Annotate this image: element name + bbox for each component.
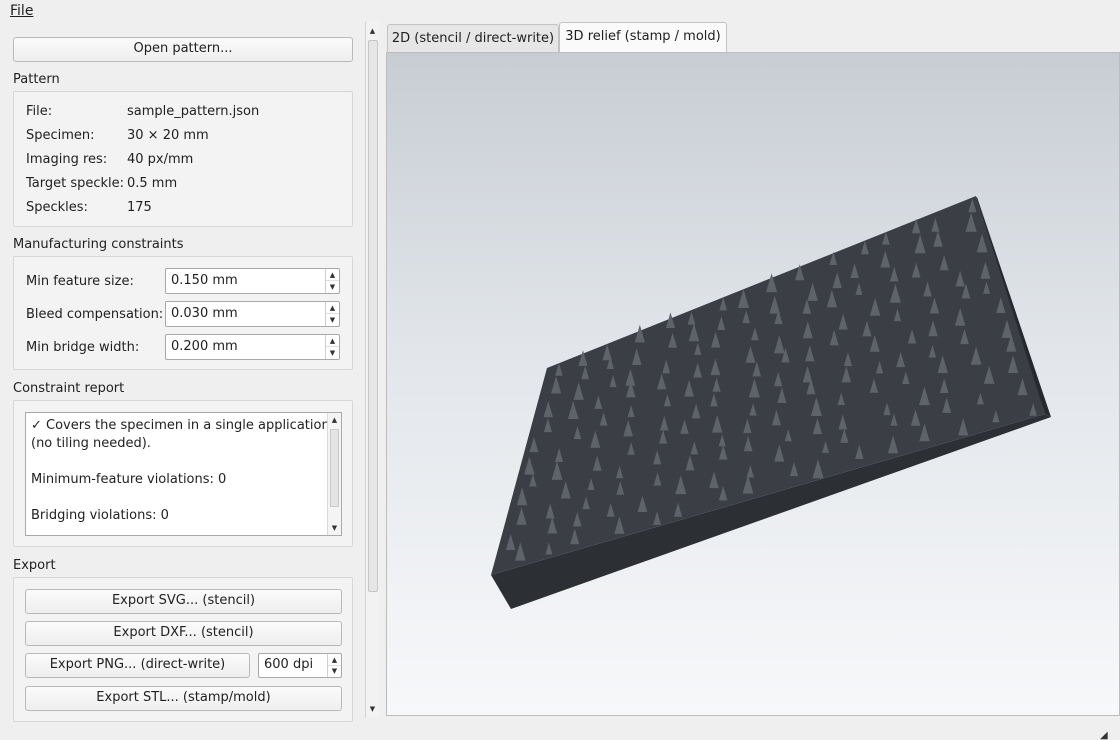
pattern-value-file: sample_pattern.json xyxy=(127,104,260,119)
constraints-group: Min feature size: 0.150 mm ▲ ▼ Bleed com… xyxy=(13,256,353,370)
pattern-section-title: Pattern xyxy=(13,72,60,87)
report-group: ✓ Covers the specimen in a single applic… xyxy=(13,400,353,547)
3d-relief-viewport[interactable] xyxy=(386,52,1120,716)
pattern-key-target-speckle: Target speckle: xyxy=(26,176,125,191)
pattern-value-speckles: 175 xyxy=(127,200,152,215)
min-bridge-label: Min bridge width: xyxy=(26,340,140,355)
min-feature-spinbox[interactable]: 0.150 mm ▲ ▼ xyxy=(165,268,340,294)
export-dxf-button[interactable]: Export DXF... (stencil) xyxy=(25,621,342,646)
triangle-up-icon[interactable]: ▲ xyxy=(326,269,339,281)
pattern-key-file: File: xyxy=(26,104,53,119)
report-line-tiling: (no tiling needed). xyxy=(31,436,151,451)
bleed-compensation-value: 0.030 mm xyxy=(171,306,238,321)
left-panel-scrollbar[interactable]: ▲ ▼ xyxy=(365,22,379,718)
triangle-down-icon[interactable]: ▼ xyxy=(326,347,339,359)
report-section-title: Constraint report xyxy=(13,381,125,396)
export-png-button[interactable]: Export PNG... (direct-write) xyxy=(25,653,250,678)
report-line-min-feature: Minimum-feature violations: 0 xyxy=(31,472,227,487)
plate-top-face xyxy=(491,196,1045,575)
tab-3d-relief[interactable]: 3D relief (stamp / mold) xyxy=(559,22,727,54)
report-line-bridging: Bridging violations: 0 xyxy=(31,508,169,523)
scroll-down-icon[interactable]: ▼ xyxy=(366,702,379,716)
pattern-key-specimen: Specimen: xyxy=(26,128,95,143)
export-stl-button[interactable]: Export STL... (stamp/mold) xyxy=(25,686,342,711)
constraint-report-text[interactable]: ✓ Covers the specimen in a single applic… xyxy=(25,412,342,536)
export-svg-button[interactable]: Export SVG... (stencil) xyxy=(25,589,342,614)
min-bridge-spinbox[interactable]: 0.200 mm ▲ ▼ xyxy=(165,334,340,360)
menu-file-label: File xyxy=(10,3,34,19)
min-feature-label: Min feature size: xyxy=(26,274,134,289)
pattern-value-target-speckle: 0.5 mm xyxy=(127,176,178,191)
triangle-up-icon[interactable]: ▲ xyxy=(326,302,339,314)
pattern-key-speckles: Speckles: xyxy=(26,200,88,215)
triangle-up-icon[interactable]: ▲ xyxy=(326,335,339,347)
left-panel-scroll-thumb[interactable] xyxy=(368,40,378,592)
bleed-compensation-spinbox[interactable]: 0.030 mm ▲ ▼ xyxy=(165,301,340,327)
scroll-down-icon[interactable]: ▼ xyxy=(328,521,341,535)
report-scrollbar[interactable]: ▲ ▼ xyxy=(327,413,341,535)
menu-file[interactable]: File xyxy=(10,3,33,19)
bleed-compensation-label: Bleed compensation: xyxy=(26,307,164,322)
resize-grip-icon[interactable]: ◢ xyxy=(1100,730,1108,740)
tab-2d-stencil[interactable]: 2D (stencil / direct-write) xyxy=(387,24,559,54)
triangle-down-icon[interactable]: ▼ xyxy=(326,314,339,326)
menu-bar: File xyxy=(0,0,1120,22)
triangle-down-icon[interactable]: ▼ xyxy=(326,281,339,293)
pattern-value-specimen: 30 × 20 mm xyxy=(127,128,209,143)
min-bridge-value: 0.200 mm xyxy=(171,339,238,354)
dpi-spinbox[interactable]: 600 dpi ▲ ▼ xyxy=(258,653,342,678)
relief-plate-render xyxy=(491,196,1051,609)
left-panel: Open pattern... Pattern File: sample_pat… xyxy=(0,22,380,722)
scroll-up-icon[interactable]: ▲ xyxy=(328,413,341,427)
constraints-section-title: Manufacturing constraints xyxy=(13,237,184,252)
pattern-value-imaging-res: 40 px/mm xyxy=(127,152,194,167)
pattern-key-imaging-res: Imaging res: xyxy=(26,152,108,167)
export-section-title: Export xyxy=(13,558,56,573)
open-pattern-button[interactable]: Open pattern... xyxy=(13,37,353,62)
report-line-coverage: ✓ Covers the specimen in a single applic… xyxy=(31,418,330,433)
triangle-down-icon[interactable]: ▼ xyxy=(328,665,341,677)
min-feature-value: 0.150 mm xyxy=(171,273,238,288)
report-scroll-thumb[interactable] xyxy=(330,429,339,507)
dpi-value: 600 dpi xyxy=(264,657,314,672)
export-group: Export SVG... (stencil) Export DXF... (s… xyxy=(13,577,353,722)
pattern-group: File: sample_pattern.json Specimen: 30 ×… xyxy=(13,91,353,227)
scroll-up-icon[interactable]: ▲ xyxy=(366,24,379,38)
